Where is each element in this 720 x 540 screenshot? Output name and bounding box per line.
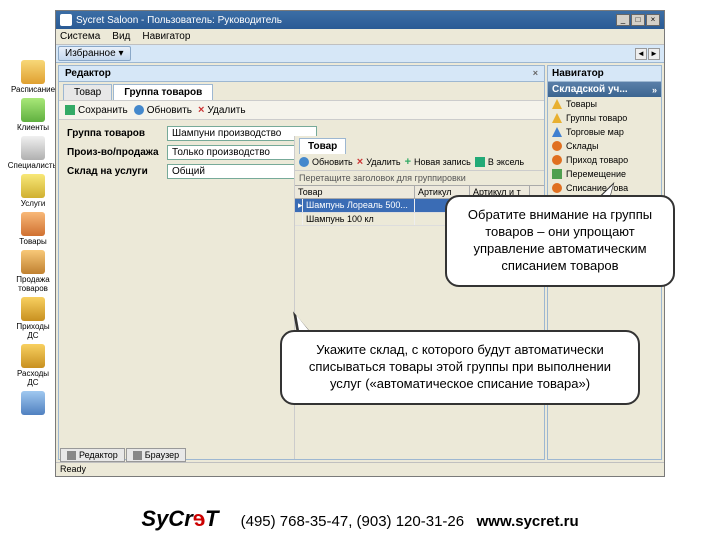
sub-delete[interactable]: ×Удалить xyxy=(357,156,401,168)
sub-toolbar: Обновить ×Удалить +Новая запись В эксель xyxy=(295,154,544,171)
prod-label: Произ-во/продажа xyxy=(67,147,167,158)
nav-section-head[interactable]: Складской уч...» xyxy=(548,82,661,97)
menu-view[interactable]: Вид xyxy=(112,31,130,42)
bottom-tabs: Редактор Браузер xyxy=(60,448,186,462)
group-hint: Перетащите заголовок для группировки xyxy=(295,171,544,185)
nav-prev[interactable]: ◄ xyxy=(635,48,647,60)
delete-button[interactable]: ×Удалить xyxy=(198,104,246,116)
btab-editor[interactable]: Редактор xyxy=(60,448,125,462)
lt-sales[interactable]: Продажа товаров xyxy=(12,250,54,293)
lt-services[interactable]: Услуги xyxy=(21,174,46,208)
titlebar: Sycret Saloon - Пользователь: Руководите… xyxy=(56,11,664,29)
editor-close[interactable]: × xyxy=(533,68,538,79)
window-title: Sycret Saloon - Пользователь: Руководите… xyxy=(76,15,282,26)
lt-more[interactable] xyxy=(21,391,45,416)
sub-new[interactable]: +Новая запись xyxy=(405,156,471,168)
callout-groups: Обратите внимание на группы товаров – он… xyxy=(445,195,675,287)
menu-navigator[interactable]: Навигатор xyxy=(142,31,190,42)
sub-excel[interactable]: В эксель xyxy=(475,157,524,167)
nav-next[interactable]: ► xyxy=(648,48,660,60)
lt-schedule[interactable]: Расписание xyxy=(11,60,55,94)
footer-url: www.sycret.ru xyxy=(477,513,579,530)
editor-title: Редактор× xyxy=(59,66,544,82)
lt-income[interactable]: Приходы ДС xyxy=(12,297,54,340)
footer: SyCreT (495) 768-35-47, (903) 120-31-26 … xyxy=(0,506,720,532)
tab-tovar[interactable]: Товар xyxy=(63,84,112,100)
nav-item[interactable]: Торговые мар xyxy=(548,125,661,139)
sub-pane: Товар Обновить ×Удалить +Новая запись В … xyxy=(294,136,544,459)
menubar: Система Вид Навигатор xyxy=(56,29,664,45)
nav-item[interactable]: Группы товаро xyxy=(548,111,661,125)
group-label: Группа товаров xyxy=(67,128,167,139)
nav-item[interactable]: Товары xyxy=(548,97,661,111)
callout-warehouse: Укажите склад, с которого будут автомати… xyxy=(280,330,640,405)
btab-browser[interactable]: Браузер xyxy=(126,448,186,462)
footer-phones: (495) 768-35-47, (903) 120-31-26 xyxy=(241,513,464,530)
tab-group[interactable]: Группа товаров xyxy=(113,84,213,100)
app-left-toolbar: Расписание Клиенты Специалисты Услуги То… xyxy=(12,60,54,416)
nav-item[interactable]: Склады xyxy=(548,139,661,153)
lt-expense[interactable]: Расходы ДС xyxy=(12,344,54,387)
menu-system[interactable]: Система xyxy=(60,31,100,42)
refresh-button[interactable]: Обновить xyxy=(134,105,192,116)
favorites-button[interactable]: Избранное ▾ xyxy=(58,46,131,61)
logo: SyCreT xyxy=(141,506,218,531)
statusbar: Ready xyxy=(56,462,664,476)
favorites-bar: Избранное ▾ ◄ ► xyxy=(56,45,664,63)
sub-tab-tovar[interactable]: Товар xyxy=(299,138,346,154)
max-button[interactable]: □ xyxy=(631,14,645,26)
sklad-label: Склад на услуги xyxy=(67,166,167,177)
editor-toolbar: Сохранить Обновить ×Удалить xyxy=(59,100,544,120)
editor-tabs: Товар Группа товаров xyxy=(59,82,544,100)
save-button[interactable]: Сохранить xyxy=(65,105,128,116)
lt-goods[interactable]: Товары xyxy=(19,212,47,246)
col-name[interactable]: Товар xyxy=(295,186,415,198)
close-button[interactable]: × xyxy=(646,14,660,26)
sub-refresh[interactable]: Обновить xyxy=(299,157,353,167)
lt-specialists[interactable]: Специалисты xyxy=(8,136,59,170)
nav-title: Навигатор xyxy=(548,66,661,82)
lt-clients[interactable]: Клиенты xyxy=(17,98,49,132)
app-icon xyxy=(60,14,72,26)
nav-item[interactable]: Приход товаро xyxy=(548,153,661,167)
min-button[interactable]: _ xyxy=(616,14,630,26)
